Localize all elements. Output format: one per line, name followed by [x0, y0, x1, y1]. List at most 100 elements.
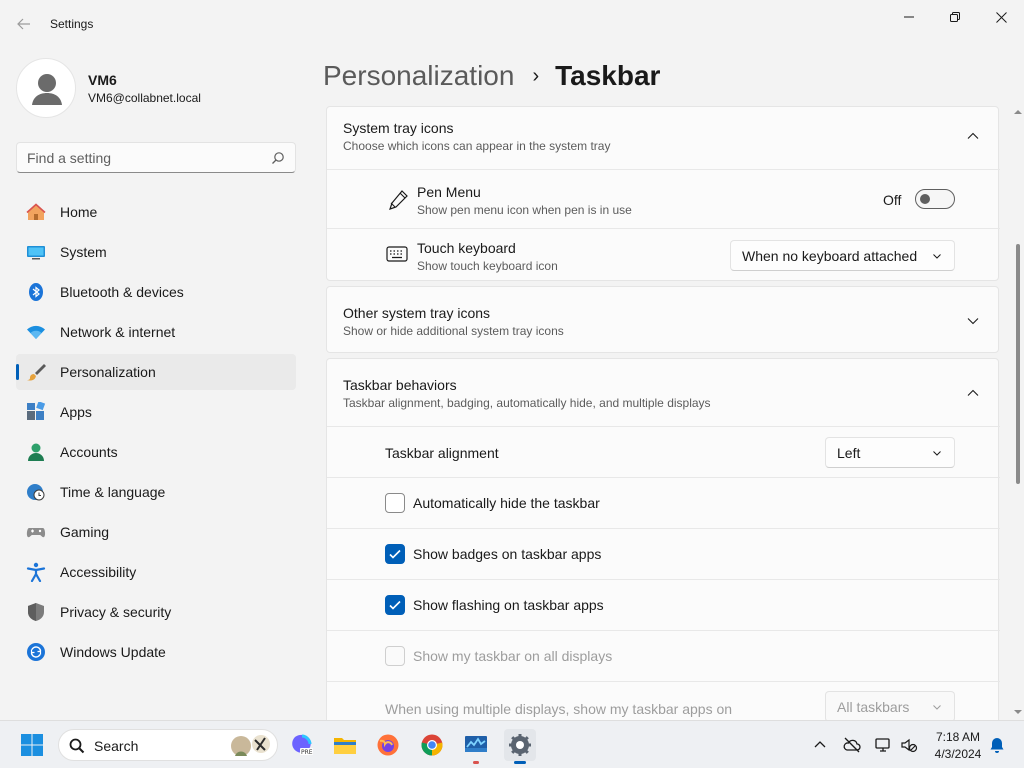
folder-icon: [334, 738, 356, 754]
scroll-up-icon[interactable]: [1014, 108, 1022, 116]
chrome-icon: [421, 734, 443, 756]
chevron-down-icon: [933, 705, 941, 710]
accessibility-icon: [26, 562, 46, 582]
breadcrumb: Personalization › Taskbar: [323, 58, 660, 94]
chevron-up-icon[interactable]: [813, 738, 827, 752]
sidebar-item-privacy[interactable]: Privacy & security: [16, 594, 296, 630]
taskbar-alignment-label: Taskbar alignment: [385, 445, 499, 461]
shield-icon: [28, 603, 44, 621]
system-tray-card: System tray icons Choose which icons can…: [326, 106, 1000, 281]
sidebar-item-gaming[interactable]: Gaming: [16, 514, 296, 550]
system-tray-description: Choose which icons can appear in the sys…: [343, 139, 611, 153]
search-highlight-icon: [231, 735, 270, 756]
touch-keyboard-dropdown[interactable]: When no keyboard attached: [730, 240, 955, 271]
back-arrow-icon[interactable]: [12, 12, 36, 36]
badges-label: Show badges on taskbar apps: [413, 546, 602, 562]
firefox-icon: [377, 734, 399, 756]
gamepad-icon: [26, 528, 46, 538]
sidebar-item-accounts[interactable]: Accounts: [16, 434, 296, 470]
all-displays-checkbox[interactable]: [385, 646, 405, 666]
sidebar-item-bluetooth[interactable]: Bluetooth & devices: [16, 274, 296, 310]
notification-bell-icon[interactable]: [988, 736, 1006, 754]
multi-display-value: All taskbars: [837, 699, 910, 715]
sidebar-item-apps[interactable]: Apps: [16, 394, 296, 430]
taskbar-search[interactable]: Search: [58, 729, 278, 761]
flashing-checkbox[interactable]: [385, 595, 405, 615]
search-icon: [69, 738, 85, 754]
sidebar-item-system[interactable]: System: [16, 234, 296, 270]
title-bar: Settings: [0, 0, 1024, 48]
search-input[interactable]: Find a setting: [27, 150, 111, 166]
copilot-icon: PRE: [292, 734, 313, 756]
breadcrumb-parent[interactable]: Personalization: [323, 60, 514, 92]
task-manager-icon: [465, 736, 487, 752]
sidebar-nav: Home System Bluetooth & devices Network …: [16, 194, 296, 674]
touch-keyboard-value: When no keyboard attached: [742, 248, 918, 264]
other-tray-card[interactable]: Other system tray icons Show or hide add…: [326, 286, 999, 353]
all-displays-label: Show my taskbar on all displays: [413, 648, 613, 664]
volume-muted-icon[interactable]: [900, 736, 918, 754]
sidebar-item-label: Personalization: [60, 364, 156, 380]
pen-menu-toggle-state: Off: [883, 192, 902, 208]
taskbar: Search PRE 7:18 AM 4/3/2024: [0, 720, 1024, 768]
taskbar-behaviors-title: Taskbar behaviors: [343, 377, 457, 393]
minimize-button[interactable]: [886, 4, 932, 30]
multi-display-label: When using multiple displays, show my ta…: [385, 701, 733, 717]
divider: [327, 426, 1000, 427]
chevron-up-icon[interactable]: [966, 129, 980, 143]
clock-date[interactable]: 4/3/2024: [928, 747, 988, 761]
sidebar-item-label: Privacy & security: [60, 604, 172, 620]
sidebar-item-windows-update[interactable]: Windows Update: [16, 634, 296, 670]
touch-keyboard-title: Touch keyboard: [417, 240, 516, 256]
taskbar-settings[interactable]: [504, 729, 536, 764]
clock-globe-icon: [27, 484, 45, 501]
scrollbar-thumb[interactable]: [1016, 244, 1020, 484]
clock-time[interactable]: 7:18 AM: [928, 730, 988, 744]
pen-menu-toggle[interactable]: [915, 189, 955, 209]
badges-checkbox[interactable]: [385, 544, 405, 564]
wifi-icon: [27, 325, 45, 339]
sidebar-item-network[interactable]: Network & internet: [16, 314, 296, 350]
maximize-button[interactable]: [932, 4, 978, 30]
multi-display-dropdown[interactable]: All taskbars: [825, 691, 955, 720]
restore-icon: [950, 12, 960, 22]
divider: [327, 477, 1000, 478]
onedrive-icon[interactable]: [843, 736, 861, 754]
minimize-icon: [904, 16, 914, 18]
search-icon: [272, 152, 284, 164]
taskbar-chrome[interactable]: [416, 729, 448, 761]
other-tray-title: Other system tray icons: [343, 305, 491, 321]
brush-icon: [27, 364, 46, 381]
taskbar-copilot[interactable]: PRE: [286, 729, 318, 761]
home-icon: [26, 203, 46, 220]
flashing-label: Show flashing on taskbar apps: [413, 597, 604, 613]
sidebar-item-accessibility[interactable]: Accessibility: [16, 554, 296, 590]
start-button[interactable]: [16, 729, 48, 761]
divider: [327, 228, 1000, 229]
running-indicator: [473, 761, 479, 764]
taskbar-alignment-dropdown[interactable]: Left: [825, 437, 955, 468]
sidebar-item-home[interactable]: Home: [16, 194, 296, 230]
network-icon[interactable]: [874, 736, 892, 754]
sidebar-item-label: Network & internet: [60, 324, 176, 340]
chevron-up-icon[interactable]: [966, 386, 980, 400]
divider: [327, 528, 1000, 529]
close-button[interactable]: [978, 4, 1024, 30]
scrollbar[interactable]: [1012, 106, 1024, 720]
divider: [327, 579, 1000, 580]
divider: [327, 169, 1000, 170]
taskbar-firefox[interactable]: [372, 729, 404, 761]
sidebar-item-personalization[interactable]: Personalization: [16, 354, 296, 390]
chevron-down-icon[interactable]: [966, 314, 980, 328]
auto-hide-checkbox[interactable]: [385, 493, 405, 513]
search-box[interactable]: Find a setting: [16, 142, 296, 173]
update-icon: [27, 643, 45, 661]
scroll-down-icon[interactable]: [1014, 708, 1022, 716]
taskbar-file-explorer[interactable]: [329, 729, 361, 761]
taskbar-task-manager[interactable]: [460, 729, 492, 764]
page-title: Taskbar: [555, 60, 661, 91]
user-profile[interactable]: VM6 VM6@collabnet.local: [16, 58, 296, 118]
close-icon: [995, 11, 1007, 23]
sidebar-item-time-language[interactable]: Time & language: [16, 474, 296, 510]
person-icon: [32, 74, 62, 105]
